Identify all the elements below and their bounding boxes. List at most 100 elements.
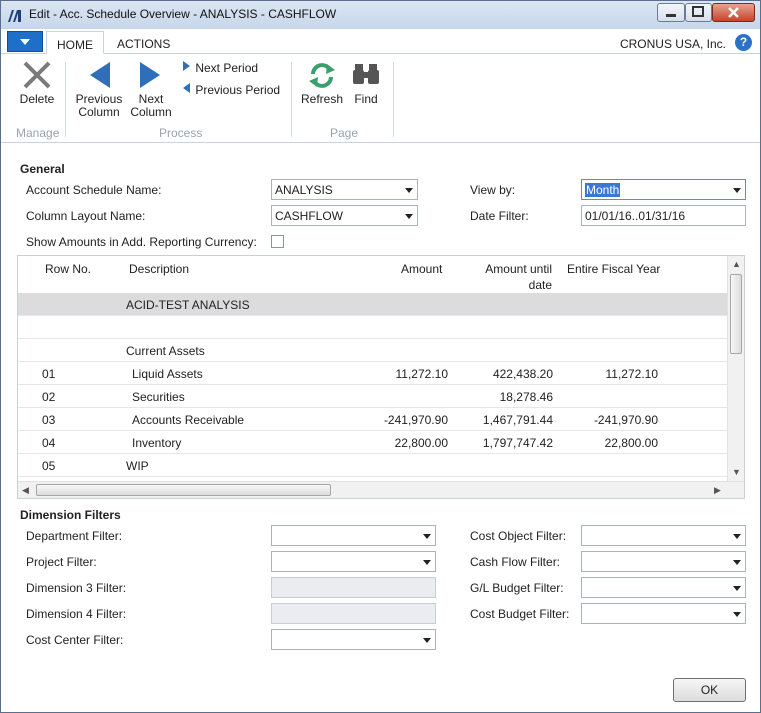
amount-until-cell: 422,438.20 xyxy=(492,367,553,381)
previous-column-label-2: Column xyxy=(78,105,120,119)
column-layout-name-field[interactable]: CASHFLOW xyxy=(271,205,418,226)
company-name: CRONUS USA, Inc. xyxy=(619,37,726,51)
maximize-button[interactable] xyxy=(685,3,712,22)
next-period-button[interactable]: Next Period xyxy=(182,60,258,75)
cost-object-filter-field[interactable] xyxy=(581,525,746,546)
table-row[interactable]: 03 Accounts Receivable -241,970.90 1,467… xyxy=(18,408,728,431)
delete-x-icon xyxy=(23,61,51,89)
app-menu-button[interactable] xyxy=(7,31,43,52)
show-amounts-label: Show Amounts in Add. Reporting Currency: xyxy=(26,235,257,249)
previous-column-button[interactable]: Previous Column xyxy=(73,60,125,119)
view-by-field[interactable]: Month xyxy=(581,179,746,200)
previous-period-button[interactable]: Previous Period xyxy=(182,82,280,97)
date-filter-value: 01/01/16..01/31/16 xyxy=(585,209,686,223)
amount-until-cell: 18,278.46 xyxy=(499,390,553,404)
dropdown-arrow-icon[interactable] xyxy=(733,586,741,591)
tab-home[interactable]: HOME xyxy=(46,31,104,54)
cost-object-filter-label: Cost Object Filter: xyxy=(470,529,567,543)
binoculars-icon xyxy=(353,64,379,84)
horizontal-scrollbar[interactable]: ◀ ▶ xyxy=(18,481,744,498)
next-period-label: Next Period xyxy=(195,61,259,75)
gl-budget-filter-field[interactable] xyxy=(581,577,746,598)
find-button[interactable]: Find xyxy=(347,60,385,106)
arrow-left-icon xyxy=(90,62,110,88)
table-row[interactable]: ACID-TEST ANALYSIS xyxy=(18,293,728,316)
table-row[interactable]: 02 Securities 18,278.46 xyxy=(18,385,728,408)
show-amounts-checkbox[interactable] xyxy=(271,235,284,248)
row-no-cell: 04 xyxy=(42,436,56,450)
ok-button[interactable]: OK xyxy=(673,678,746,702)
project-filter-label: Project Filter: xyxy=(26,555,97,569)
find-label: Find xyxy=(354,92,378,106)
header-amount-until-line1: Amount until xyxy=(485,262,552,276)
department-filter-label: Department Filter: xyxy=(26,529,123,543)
column-layout-name-value: CASHFLOW xyxy=(275,209,344,223)
project-filter-field[interactable] xyxy=(271,551,436,572)
date-filter-field[interactable]: 01/01/16..01/31/16 xyxy=(581,205,746,226)
dropdown-arrow-icon[interactable] xyxy=(423,638,431,643)
page-content: General Account Schedule Name: ANALYSIS … xyxy=(1,143,760,712)
dropdown-arrow-icon[interactable] xyxy=(405,188,413,193)
amount-cell: 22,800.00 xyxy=(394,436,448,450)
group-separator xyxy=(393,62,394,137)
previous-period-label: Previous Period xyxy=(195,83,281,97)
description-cell: Liquid Assets xyxy=(132,367,203,381)
close-icon xyxy=(728,7,739,18)
scroll-up-icon[interactable]: ▲ xyxy=(732,259,741,269)
description-cell: Securities xyxy=(132,390,185,404)
delete-button[interactable]: Delete xyxy=(15,60,59,106)
dropdown-arrow-icon[interactable] xyxy=(733,560,741,565)
table-row[interactable]: 01 Liquid Assets 11,272.10 422,438.20 11… xyxy=(18,362,728,385)
date-filter-label: Date Filter: xyxy=(470,209,529,223)
view-by-label: View by: xyxy=(470,183,516,197)
description-cell: WIP xyxy=(126,459,149,473)
department-filter-field[interactable] xyxy=(271,525,436,546)
row-no-cell: 01 xyxy=(42,367,56,381)
help-icon[interactable]: ? xyxy=(735,34,752,51)
dropdown-arrow-icon[interactable] xyxy=(423,534,431,539)
general-section-title: General xyxy=(20,162,65,176)
refresh-button[interactable]: Refresh xyxy=(299,60,345,106)
cost-center-filter-field[interactable] xyxy=(271,629,436,650)
header-amount[interactable]: Amount xyxy=(401,262,442,276)
row-no-cell: 05 xyxy=(42,459,56,473)
header-entire-fiscal-year[interactable]: Entire Fiscal Year xyxy=(567,262,660,276)
group-manage-label: Manage xyxy=(16,126,60,140)
table-row[interactable]: 04 Inventory 22,800.00 1,797,747.42 22,8… xyxy=(18,431,728,454)
table-row[interactable]: Current Assets xyxy=(18,339,728,362)
horizontal-scroll-thumb[interactable] xyxy=(36,484,331,496)
minimize-icon xyxy=(666,14,676,17)
cash-flow-filter-field[interactable] xyxy=(581,551,746,572)
close-button[interactable] xyxy=(712,3,755,22)
window-title: Edit - Acc. Schedule Overview - ANALYSIS… xyxy=(29,7,337,21)
description-cell: Accounts Receivable xyxy=(132,413,245,427)
vertical-scrollbar[interactable]: ▲ ▼ xyxy=(727,256,744,481)
maximize-icon xyxy=(692,6,704,17)
dropdown-arrow-icon[interactable] xyxy=(733,612,741,617)
dropdown-arrow-icon[interactable] xyxy=(733,534,741,539)
gl-budget-filter-label: G/L Budget Filter: xyxy=(470,581,564,595)
tab-actions[interactable]: ACTIONS xyxy=(107,31,180,54)
dropdown-arrow-icon[interactable] xyxy=(733,188,741,193)
dropdown-arrow-icon[interactable] xyxy=(405,214,413,219)
table-row[interactable] xyxy=(18,316,728,339)
dimension-4-filter-label: Dimension 4 Filter: xyxy=(26,607,127,621)
cost-budget-filter-field[interactable] xyxy=(581,603,746,624)
header-description[interactable]: Description xyxy=(129,262,189,276)
description-cell: Current Assets xyxy=(126,344,205,358)
fiscal-year-cell: -241,970.90 xyxy=(593,413,658,427)
title-bar: Edit - Acc. Schedule Overview - ANALYSIS… xyxy=(1,1,760,29)
dropdown-arrow-icon[interactable] xyxy=(423,560,431,565)
table-row[interactable]: 05 WIP xyxy=(18,454,728,477)
small-arrow-right-icon xyxy=(183,61,190,71)
header-amount-until-date[interactable]: Amount until date xyxy=(458,262,552,292)
header-row-no[interactable]: Row No. xyxy=(45,262,91,276)
column-layout-name-label: Column Layout Name: xyxy=(26,209,146,223)
scroll-down-icon[interactable]: ▼ xyxy=(732,467,741,477)
account-schedule-name-field[interactable]: ANALYSIS xyxy=(271,179,418,200)
next-column-button[interactable]: Next Column xyxy=(127,60,175,119)
vertical-scroll-thumb[interactable] xyxy=(730,274,742,354)
scroll-right-icon[interactable]: ▶ xyxy=(714,485,721,496)
minimize-button[interactable] xyxy=(657,3,685,22)
scroll-left-icon[interactable]: ◀ xyxy=(22,485,29,496)
